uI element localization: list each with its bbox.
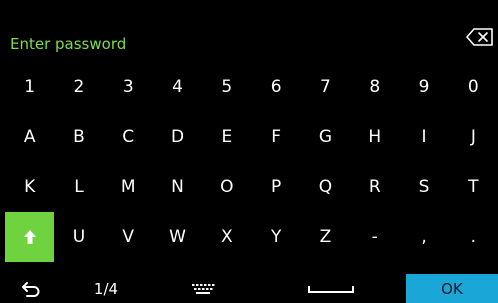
key[interactable]: 9 xyxy=(399,62,448,112)
key[interactable]: 5 xyxy=(202,62,251,112)
key[interactable]: V xyxy=(104,212,153,262)
key[interactable]: R xyxy=(350,162,399,212)
key[interactable]: X xyxy=(202,212,251,262)
key[interactable]: . xyxy=(449,212,498,262)
key[interactable]: , xyxy=(399,212,448,262)
key[interactable]: Z xyxy=(301,212,350,262)
key[interactable]: P xyxy=(251,162,300,212)
key[interactable]: 1 xyxy=(5,62,54,112)
password-prompt: Enter password xyxy=(10,35,127,53)
input-header: Enter password xyxy=(0,22,498,62)
back-button[interactable] xyxy=(20,274,42,303)
key[interactable]: M xyxy=(104,162,153,212)
space-bar-icon xyxy=(308,285,354,293)
key[interactable]: I xyxy=(399,112,448,162)
key[interactable]: F xyxy=(251,112,300,162)
backspace-icon xyxy=(466,28,493,46)
key[interactable]: 6 xyxy=(251,62,300,112)
key[interactable]: U xyxy=(54,212,103,262)
key[interactable]: - xyxy=(350,212,399,262)
key[interactable]: Y xyxy=(251,212,300,262)
key[interactable]: 3 xyxy=(104,62,153,112)
key-row-digits: 1 2 3 4 5 6 7 8 9 0 xyxy=(5,62,498,112)
key[interactable]: 2 xyxy=(54,62,103,112)
keyboard: 1 2 3 4 5 6 7 8 9 0 A B C D E F G H I J … xyxy=(0,62,498,264)
key[interactable]: H xyxy=(350,112,399,162)
keyboard-switch-button[interactable] xyxy=(190,274,216,303)
key[interactable]: 8 xyxy=(350,62,399,112)
key[interactable]: T xyxy=(449,162,498,212)
key[interactable]: B xyxy=(54,112,103,162)
space-key[interactable] xyxy=(306,274,356,303)
ok-button[interactable]: OK xyxy=(406,274,498,303)
keyboard-icon xyxy=(192,283,215,294)
key-row-a-j: A B C D E F G H I J xyxy=(5,112,498,162)
key[interactable]: D xyxy=(153,112,202,162)
key[interactable]: C xyxy=(104,112,153,162)
key[interactable]: L xyxy=(54,162,103,212)
backspace-button[interactable] xyxy=(466,28,494,46)
key-row-u-z: U V W X Y Z - , . xyxy=(5,212,498,262)
key[interactable]: K xyxy=(5,162,54,212)
key[interactable]: 0 xyxy=(449,62,498,112)
key[interactable]: E xyxy=(202,112,251,162)
key[interactable]: S xyxy=(399,162,448,212)
key[interactable]: W xyxy=(153,212,202,262)
key[interactable]: 7 xyxy=(301,62,350,112)
key[interactable]: Q xyxy=(301,162,350,212)
shift-key[interactable] xyxy=(5,212,55,262)
key-row-k-t: K L M N O P Q R S T xyxy=(5,162,498,212)
key[interactable]: 4 xyxy=(153,62,202,112)
keyboard-toolbar: 1/4 OK xyxy=(0,274,498,303)
key[interactable]: J xyxy=(449,112,498,162)
key[interactable]: G xyxy=(301,112,350,162)
shift-arrow-icon xyxy=(23,230,36,244)
page-indicator[interactable]: 1/4 xyxy=(84,274,128,303)
key[interactable]: O xyxy=(202,162,251,212)
return-arrow-icon xyxy=(22,281,40,297)
key[interactable]: A xyxy=(5,112,54,162)
key[interactable]: N xyxy=(153,162,202,212)
